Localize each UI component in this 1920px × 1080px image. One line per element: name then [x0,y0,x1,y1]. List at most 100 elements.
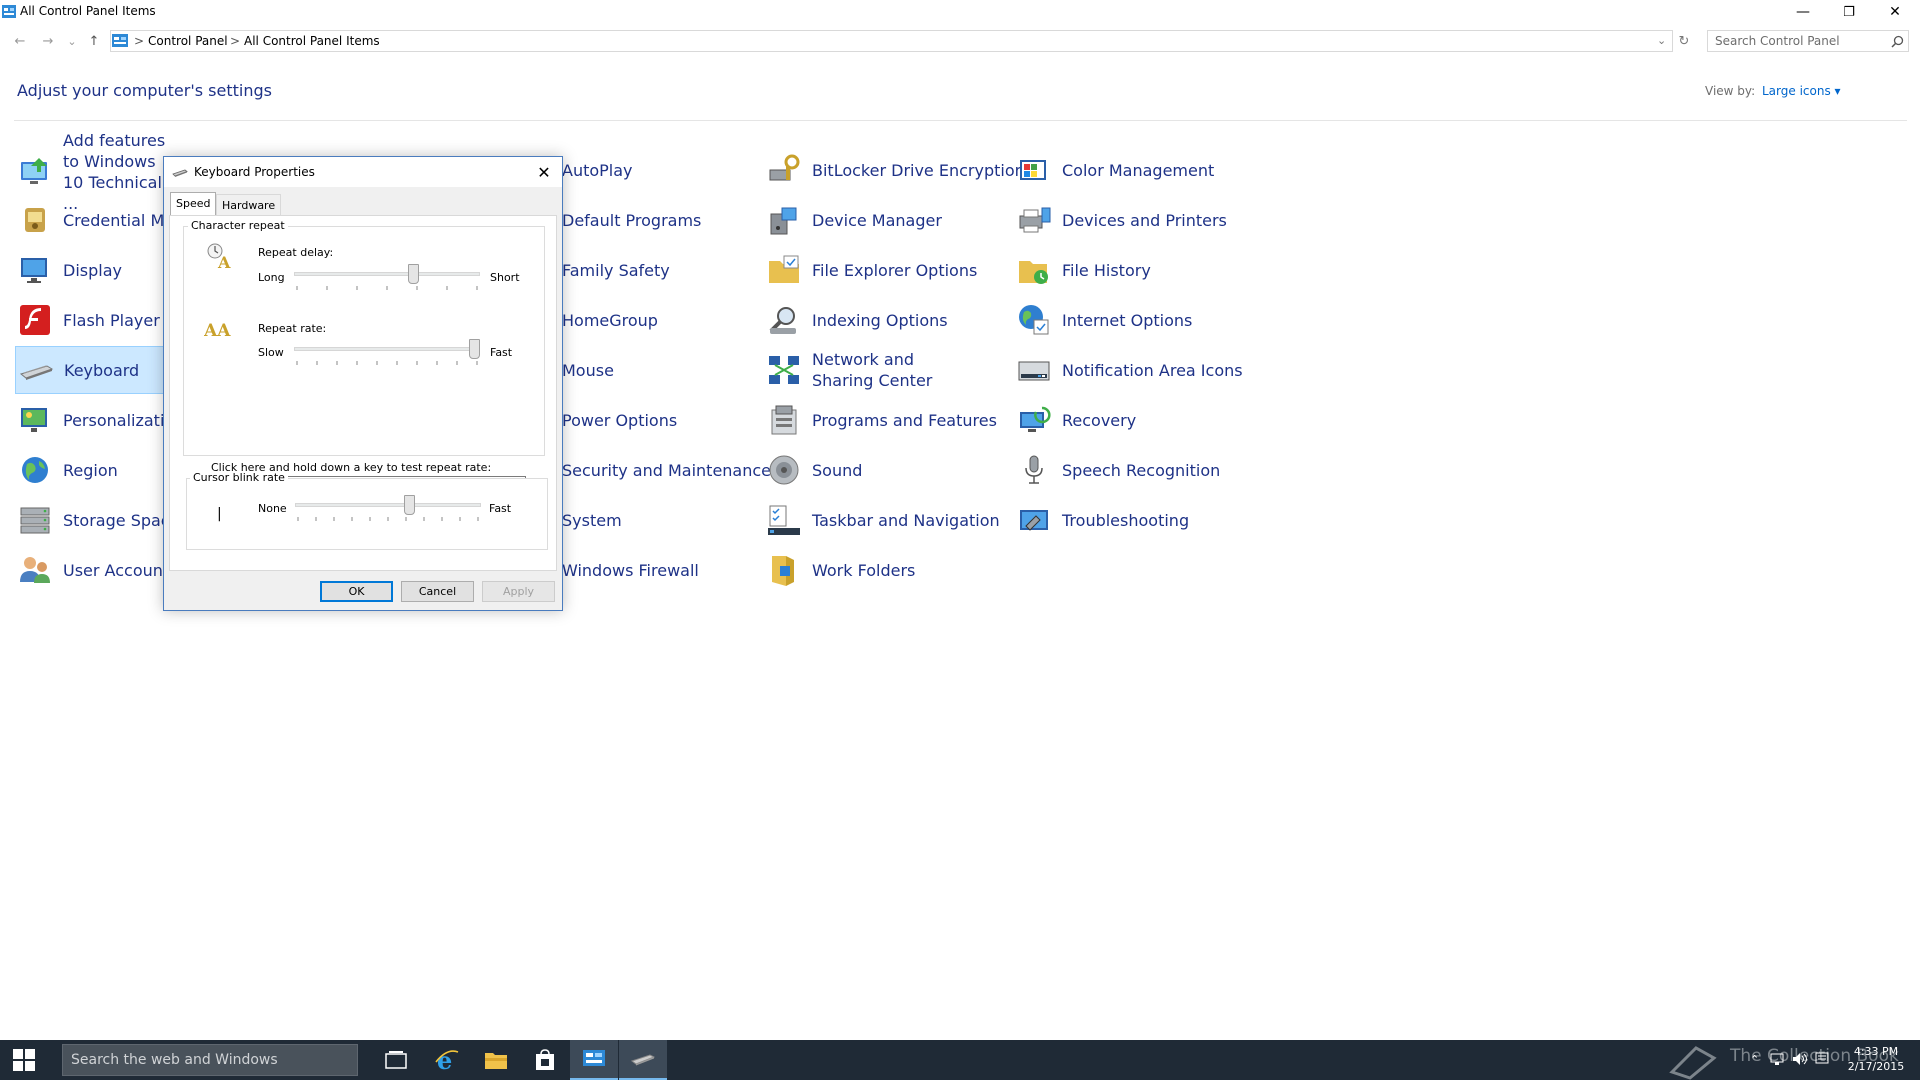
view-by-value: Large icons [1762,84,1831,98]
start-button[interactable] [0,1040,48,1080]
tab-speed[interactable]: Speed [170,192,217,216]
item-bitlocker[interactable]: BitLocker Drive Encryption [766,148,1025,192]
address-dropdown-icon[interactable]: ⌄ [1657,34,1666,47]
item-label: AutoPlay [562,160,633,180]
tab-hardware[interactable]: Hardware [216,194,282,216]
close-button[interactable]: ✕ [1872,0,1918,24]
character-repeat-label: Character repeat [188,219,288,232]
item-file-history[interactable]: File History [1016,248,1151,292]
work-folders-icon [766,552,802,588]
repeat-delay-label: Repeat delay: [258,246,334,259]
volume-icon[interactable] [1792,1052,1808,1066]
slider-thumb[interactable] [469,339,480,359]
address-bar[interactable]: > Control Panel > All Control Panel Item… [110,30,1673,52]
item-region[interactable]: Region [17,448,118,492]
refresh-button[interactable]: ↻ [1673,30,1695,52]
taskbar-search-placeholder: Search the web and Windows [71,1052,278,1068]
repeat-rate-slider[interactable] [294,339,480,367]
item-internet-options[interactable]: Internet Options [1016,298,1192,342]
item-personalization[interactable]: Personalization [17,398,184,442]
slider-thumb[interactable] [404,495,415,515]
control-panel-location-icon [112,33,128,48]
repeat-delay-icon: A [204,241,234,271]
devices-printers-icon [1016,202,1052,238]
item-recovery[interactable]: Recovery [1016,398,1136,442]
item-taskbar-navigation[interactable]: Taskbar and Navigation [766,498,1000,542]
dialog-title-bar[interactable]: Keyboard Properties ✕ [164,157,562,187]
item-label: Work Folders [812,560,916,580]
cursor-blink-slider[interactable] [295,495,481,523]
back-button[interactable]: ← [9,30,31,52]
cursor-blink-label: Cursor blink rate [190,471,288,484]
repeat-rate-max-label: Fast [490,346,513,359]
item-network-sharing[interactable]: Network and Sharing Center [766,346,957,394]
slider-track [294,347,480,351]
item-user-accounts[interactable]: User Accounts [17,548,178,592]
task-view-icon[interactable] [372,1040,420,1080]
taskbar-search-box[interactable]: Search the web and Windows [62,1044,358,1076]
item-device-manager[interactable]: Device Manager [766,198,942,242]
item-speech-recognition[interactable]: Speech Recognition [1016,448,1220,492]
item-label: Default Programs [562,210,702,230]
item-indexing-options[interactable]: Indexing Options [766,298,948,342]
file-explorer-icon[interactable] [472,1040,520,1080]
breadcrumb-separator: > [134,34,145,48]
item-label: Recovery [1062,410,1137,430]
restore-button[interactable]: ❐ [1826,0,1872,24]
header-divider [14,120,1907,121]
repeat-delay-slider[interactable] [294,264,480,292]
item-label: Sound [812,460,863,480]
taskbar: Search the web and Windows e The Collect… [0,1040,1920,1080]
control-panel-app-icon [2,5,16,18]
item-label: Device Manager [812,210,942,230]
item-notification-area-icons[interactable]: Notification Area Icons [1016,348,1243,392]
internet-explorer-icon[interactable]: e [423,1040,471,1080]
apply-button[interactable]: Apply [482,581,555,602]
dialog-close-button[interactable]: ✕ [532,161,556,183]
item-sound[interactable]: Sound [766,448,862,492]
item-programs-features[interactable]: Programs and Features [766,398,997,442]
search-icon[interactable] [1891,35,1904,48]
file-history-icon [1016,252,1052,288]
item-label: Internet Options [1062,310,1193,330]
cursor-blink-min-label: None [258,502,287,515]
recent-locations-button[interactable]: ⌄ [61,30,83,52]
store-icon[interactable] [521,1040,569,1080]
taskbar-clock[interactable]: 4:33 PM 2/17/2015 [1838,1044,1914,1074]
window-title-bar: All Control Panel Items — ❐ ✕ [0,0,1920,24]
item-devices-printers[interactable]: Devices and Printers [1016,198,1227,242]
breadcrumb-all-items[interactable]: All Control Panel Items [244,34,380,48]
view-by-dropdown[interactable]: Large icons ▾ [1762,84,1841,98]
add-features-icon [17,154,53,190]
item-troubleshooting[interactable]: Troubleshooting [1016,498,1189,542]
show-hidden-icons-icon[interactable]: ⌃ [1750,1053,1759,1066]
item-display[interactable]: Display [17,248,122,292]
control-panel-taskbar-icon[interactable] [570,1040,618,1080]
notification-area-icon [1016,352,1052,388]
item-add-features[interactable]: Add features to Windows 10 Technical ... [17,131,173,213]
cancel-button[interactable]: Cancel [401,581,474,602]
forward-button[interactable]: → [37,30,59,52]
search-control-panel-input[interactable]: Search Control Panel [1707,30,1909,52]
item-label: Keyboard [64,360,140,380]
search-placeholder: Search Control Panel [1715,34,1840,48]
network-icon[interactable] [1770,1052,1784,1066]
slider-thumb[interactable] [408,264,419,284]
keyboard-properties-taskbar-icon[interactable] [619,1040,667,1080]
action-center-icon[interactable] [1815,1052,1829,1066]
item-color-management[interactable]: Color Management [1016,148,1214,192]
item-label: User Accounts [63,560,178,580]
item-label: Color Management [1062,160,1215,180]
up-button[interactable]: ↑ [83,30,105,52]
item-label: File Explorer Options [812,260,978,280]
item-label: Family Safety [562,260,670,280]
item-file-explorer-options[interactable]: File Explorer Options [766,248,977,292]
ok-button[interactable]: OK [320,581,393,602]
file-explorer-options-icon [766,252,802,288]
breadcrumb-control-panel[interactable]: Control Panel [148,34,228,48]
item-work-folders[interactable]: Work Folders [766,548,915,592]
item-label: Security and Maintenance [562,460,772,480]
minimize-button[interactable]: — [1780,0,1826,24]
item-label: Mouse [562,360,614,380]
item-keyboard[interactable]: Keyboard [15,346,165,394]
